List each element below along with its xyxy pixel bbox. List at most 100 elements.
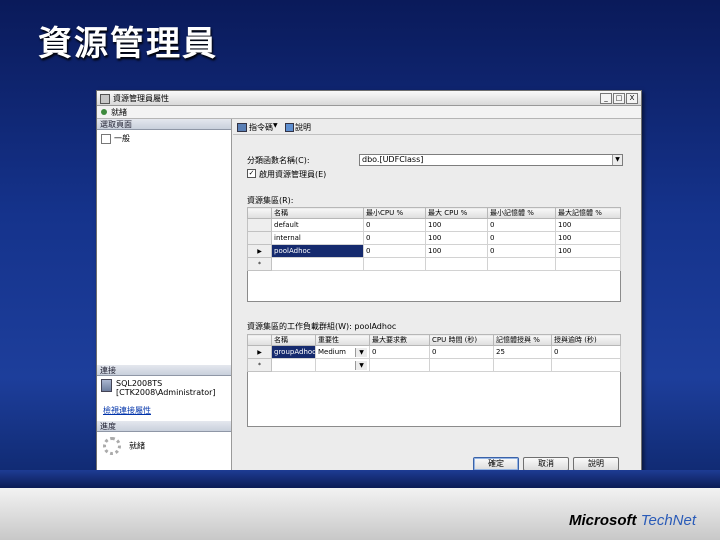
table-row[interactable]: default 0 100 0 100 — [247, 218, 621, 232]
row-header[interactable]: ▶ — [247, 345, 272, 359]
table-cell[interactable]: 0 — [551, 345, 621, 359]
enable-resource-governor-label: 啟用資源管理員(E) — [259, 170, 327, 179]
login-name: [CTK2008\Administrator] — [116, 388, 216, 397]
table-cell[interactable] — [271, 257, 364, 271]
table-cell[interactable]: 100 — [425, 244, 488, 258]
table-cell[interactable]: 100 — [425, 231, 488, 245]
table-cell[interactable]: 0 — [363, 218, 426, 232]
brand-technet: TechNet — [640, 512, 696, 529]
page-item-label: 一般 — [114, 134, 130, 143]
ready-status-text: 就緒 — [111, 108, 127, 117]
table-row-new[interactable]: * ▼ — [247, 358, 621, 372]
grid-header-max-requests[interactable]: 最大要求數 — [369, 334, 430, 346]
grid-header-memory-grant[interactable]: 記憶體授與 % — [493, 334, 552, 346]
progress-header: 進度 — [97, 421, 231, 432]
window-title: 資源管理員屬性 — [113, 94, 169, 103]
help-button[interactable]: 說明 — [573, 457, 619, 471]
connection-info: SQL2008TS [CTK2008\Administrator] — [101, 379, 216, 397]
minimize-button[interactable]: _ — [600, 93, 612, 104]
table-cell[interactable]: 100 — [555, 244, 621, 258]
table-cell[interactable] — [425, 257, 488, 271]
importance-select[interactable]: ▼ Medium — [315, 345, 370, 359]
ok-button[interactable]: 確定 — [473, 457, 519, 471]
importance-select[interactable]: ▼ — [315, 358, 370, 372]
table-cell[interactable]: 25 — [493, 345, 552, 359]
help-icon — [285, 123, 294, 132]
server-name: SQL2008TS — [116, 379, 163, 388]
progress-spinner-icon — [103, 437, 121, 455]
grid-header-name[interactable]: 名稱 — [271, 334, 316, 346]
table-row-new[interactable]: * — [247, 257, 621, 271]
table-cell[interactable]: 100 — [555, 231, 621, 245]
row-header[interactable] — [247, 218, 272, 232]
grid-header-name[interactable]: 名稱 — [271, 207, 364, 219]
row-header[interactable] — [247, 231, 272, 245]
table-cell[interactable] — [271, 358, 316, 372]
table-cell[interactable]: 100 — [555, 218, 621, 232]
enable-resource-governor-checkbox[interactable]: ✓ — [247, 169, 256, 178]
chevron-down-icon[interactable]: ▼ — [355, 347, 367, 357]
grid-header-cpu-time[interactable]: CPU 時間 (秒) — [429, 334, 494, 346]
importance-value: Medium — [318, 347, 346, 356]
table-cell[interactable] — [493, 358, 552, 372]
table-cell[interactable] — [551, 358, 621, 372]
table-row-selected[interactable]: ▶ groupAdhoc ▼ Medium 0 0 25 0 — [247, 345, 621, 359]
view-connection-properties-link[interactable]: 檢視連接屬性 — [103, 405, 151, 416]
table-cell[interactable]: 0 — [487, 244, 556, 258]
table-cell[interactable]: 0 — [363, 231, 426, 245]
table-cell[interactable] — [555, 257, 621, 271]
help-toolbar-button[interactable]: 說明 — [295, 122, 311, 133]
window-titlebar: 資源管理員屬性 _ □ X — [97, 91, 641, 106]
grid-header-importance[interactable]: 重要性 — [315, 334, 370, 346]
maximize-button[interactable]: □ — [613, 93, 625, 104]
grid-empty-space — [248, 372, 621, 427]
classifier-label: 分類函數名稱(C): — [247, 156, 310, 165]
table-cell[interactable]: groupAdhoc — [271, 345, 316, 359]
grid-header-grant-timeout[interactable]: 授與逾時 (秒) — [551, 334, 621, 346]
left-pane: 選取頁面 一般 連接 SQL2008TS [CTK2008\Administra… — [97, 119, 232, 473]
ready-status-icon — [101, 109, 107, 115]
chevron-down-icon[interactable]: ▼ — [612, 155, 622, 165]
table-cell[interactable]: internal — [271, 231, 364, 245]
table-cell[interactable] — [369, 358, 430, 372]
table-cell[interactable] — [429, 358, 494, 372]
table-cell[interactable]: 0 — [363, 244, 426, 258]
table-cell[interactable]: 0 — [487, 218, 556, 232]
grid-header-max-cpu[interactable]: 最大 CPU % — [425, 207, 488, 219]
cancel-button[interactable]: 取消 — [523, 457, 569, 471]
status-bar: 就緒 — [97, 106, 641, 119]
close-button[interactable]: X — [626, 93, 638, 104]
grid-header-min-mem[interactable]: 最小記憶體 % — [487, 207, 556, 219]
script-button[interactable]: 指令碼 — [249, 122, 273, 133]
table-cell[interactable]: default — [271, 218, 364, 232]
table-cell[interactable] — [487, 257, 556, 271]
server-icon — [101, 379, 112, 392]
page-item-general[interactable]: 一般 — [101, 133, 130, 144]
microsoft-technet-logo: Microsoft TechNet — [569, 512, 696, 529]
row-header[interactable]: ▶ — [247, 244, 272, 258]
select-page-header: 選取頁面 — [97, 119, 231, 130]
table-cell[interactable] — [363, 257, 426, 271]
progress-status-text: 就緒 — [129, 441, 145, 451]
table-cell[interactable]: 100 — [425, 218, 488, 232]
grid-header-min-cpu[interactable]: 最小CPU % — [363, 207, 426, 219]
row-header[interactable]: * — [247, 257, 272, 271]
resource-pools-grid: 名稱 最小CPU % 最大 CPU % 最小記憶體 % 最大記憶體 % defa… — [247, 207, 621, 302]
row-header[interactable]: * — [247, 358, 272, 372]
classifier-function-select[interactable]: dbo.[UDFClass] ▼ — [359, 154, 623, 166]
table-cell[interactable]: poolAdhoc — [271, 244, 364, 258]
resource-pools-label: 資源集區(R): — [247, 196, 294, 205]
workload-groups-grid: 名稱 重要性 最大要求數 CPU 時間 (秒) 記憶體授與 % 授與逾時 (秒)… — [247, 334, 621, 427]
script-dropdown-icon[interactable]: ▼ — [273, 122, 278, 129]
table-cell[interactable]: 0 — [487, 231, 556, 245]
table-cell[interactable]: 0 — [369, 345, 430, 359]
chevron-down-icon[interactable]: ▼ — [355, 360, 367, 370]
table-row[interactable]: internal 0 100 0 100 — [247, 231, 621, 245]
workload-groups-label: 資源集區的工作負載群組(W): poolAdhoc — [247, 322, 397, 331]
slide-title: 資源管理員 — [38, 24, 218, 64]
grid-header-max-mem[interactable]: 最大記憶體 % — [555, 207, 621, 219]
table-cell[interactable]: 0 — [429, 345, 494, 359]
resource-governor-properties-window: 資源管理員屬性 _ □ X 就緒 選取頁面 一般 連接 SQL2008TS [CTK… — [96, 90, 642, 474]
table-row-selected[interactable]: ▶ poolAdhoc 0 100 0 100 — [247, 244, 621, 258]
window-app-icon — [100, 94, 110, 104]
